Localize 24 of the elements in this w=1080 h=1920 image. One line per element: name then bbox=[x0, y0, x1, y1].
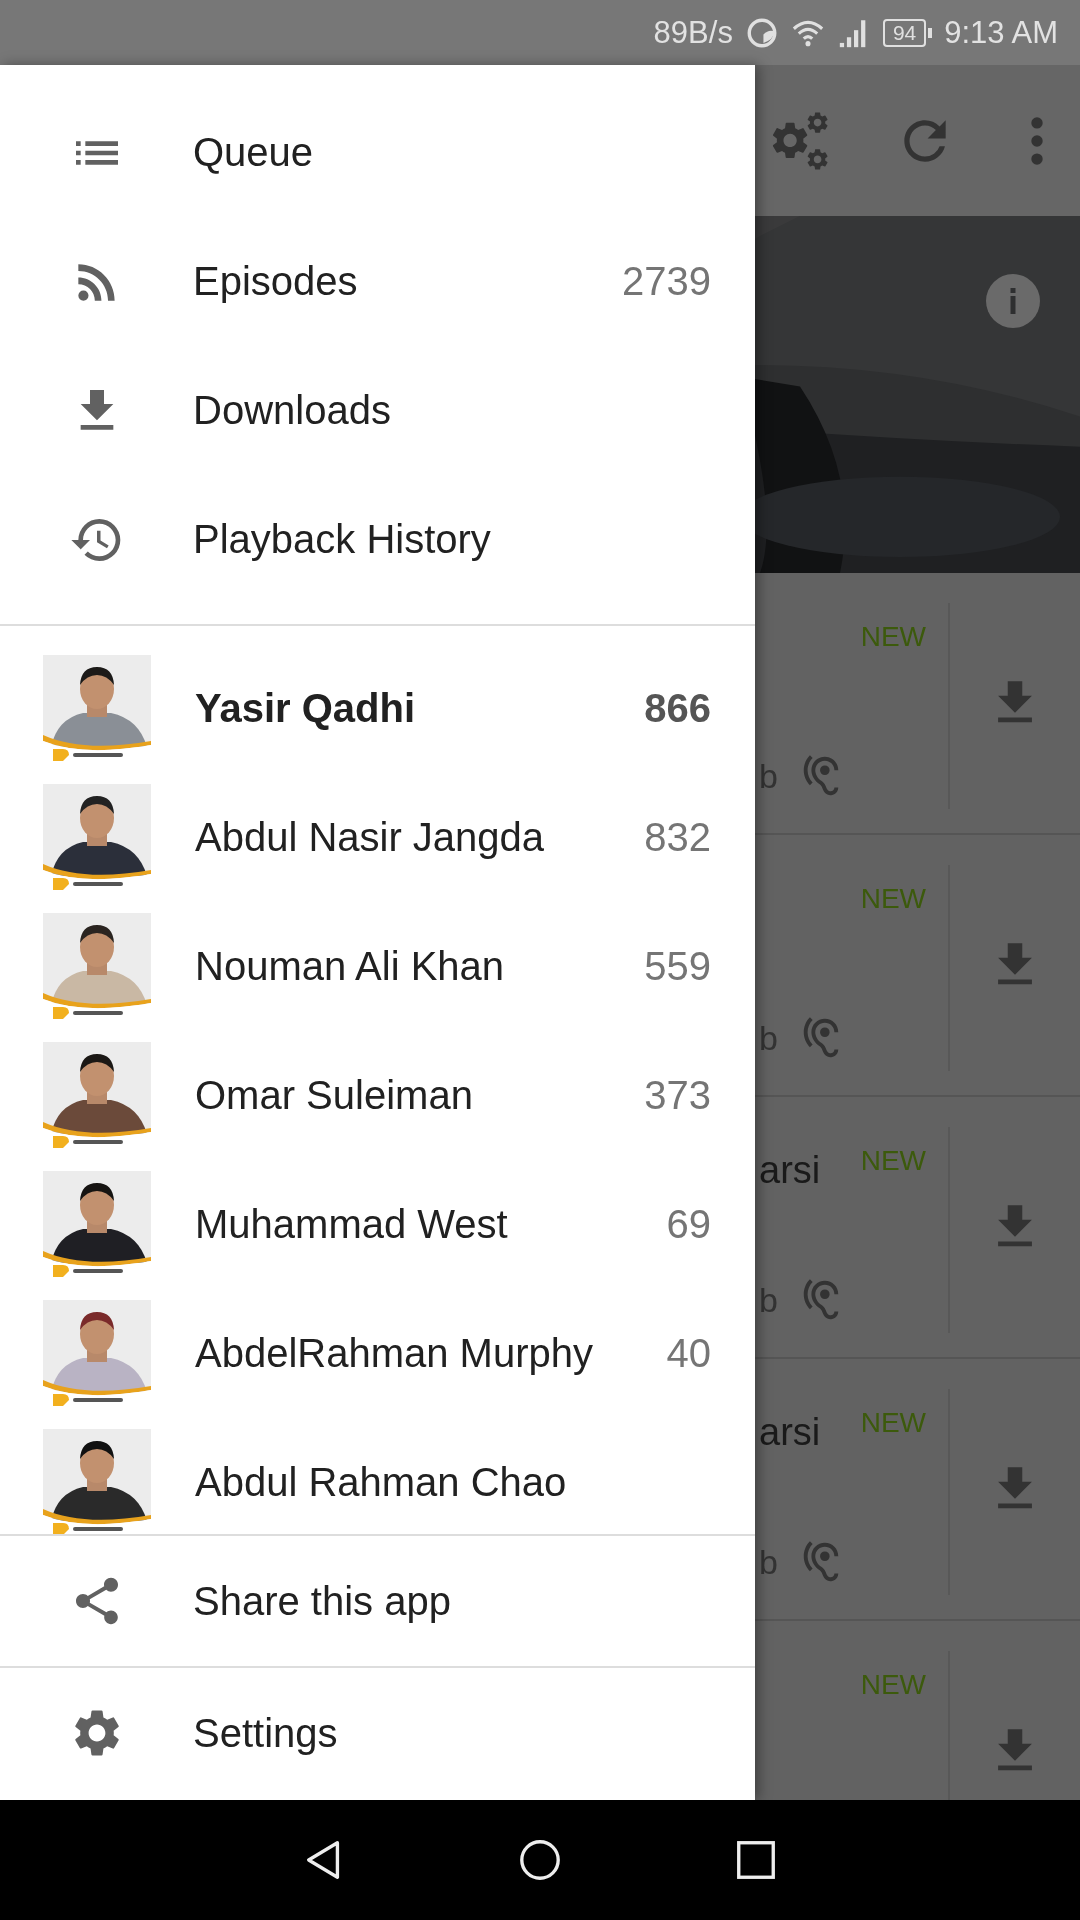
drawer-item[interactable]: Queue bbox=[0, 88, 755, 217]
drawer-item[interactable]: Settings bbox=[0, 1666, 755, 1798]
drawer-item[interactable]: Episodes 2739 bbox=[0, 217, 755, 346]
new-label: NEW bbox=[860, 1407, 926, 1439]
info-icon[interactable] bbox=[986, 274, 1040, 328]
podcast-item[interactable]: AbdelRahman Murphy 40 bbox=[0, 1289, 755, 1418]
podcast-item[interactable]: Nouman Ali Khan 559 bbox=[0, 902, 755, 1031]
home-icon[interactable] bbox=[517, 1837, 563, 1883]
podcast-item[interactable]: Yasir Qadhi 866 bbox=[0, 644, 755, 773]
new-label: NEW bbox=[860, 1145, 926, 1177]
podcast-item[interactable]: Abdul Nasir Jangda 832 bbox=[0, 773, 755, 902]
episode-title: arsi bbox=[759, 1149, 821, 1192]
new-label: NEW bbox=[860, 883, 926, 915]
clock: 9:13 AM bbox=[944, 14, 1058, 51]
new-label: NEW bbox=[860, 621, 926, 653]
episode-title: arsi bbox=[759, 1411, 821, 1454]
podcast-item[interactable]: Muhammad West 69 bbox=[0, 1160, 755, 1289]
network-speed: 89B/s bbox=[653, 14, 733, 51]
new-label: NEW bbox=[860, 1669, 926, 1701]
drawer-item[interactable]: Playback History bbox=[0, 475, 755, 604]
podcast-item[interactable]: Omar Suleiman 373 bbox=[0, 1031, 755, 1160]
podcast-item[interactable]: Abdul Rahman Chao bbox=[0, 1418, 755, 1534]
drawer-item[interactable]: Share this app bbox=[0, 1536, 755, 1666]
drawer-item[interactable]: Downloads bbox=[0, 346, 755, 475]
